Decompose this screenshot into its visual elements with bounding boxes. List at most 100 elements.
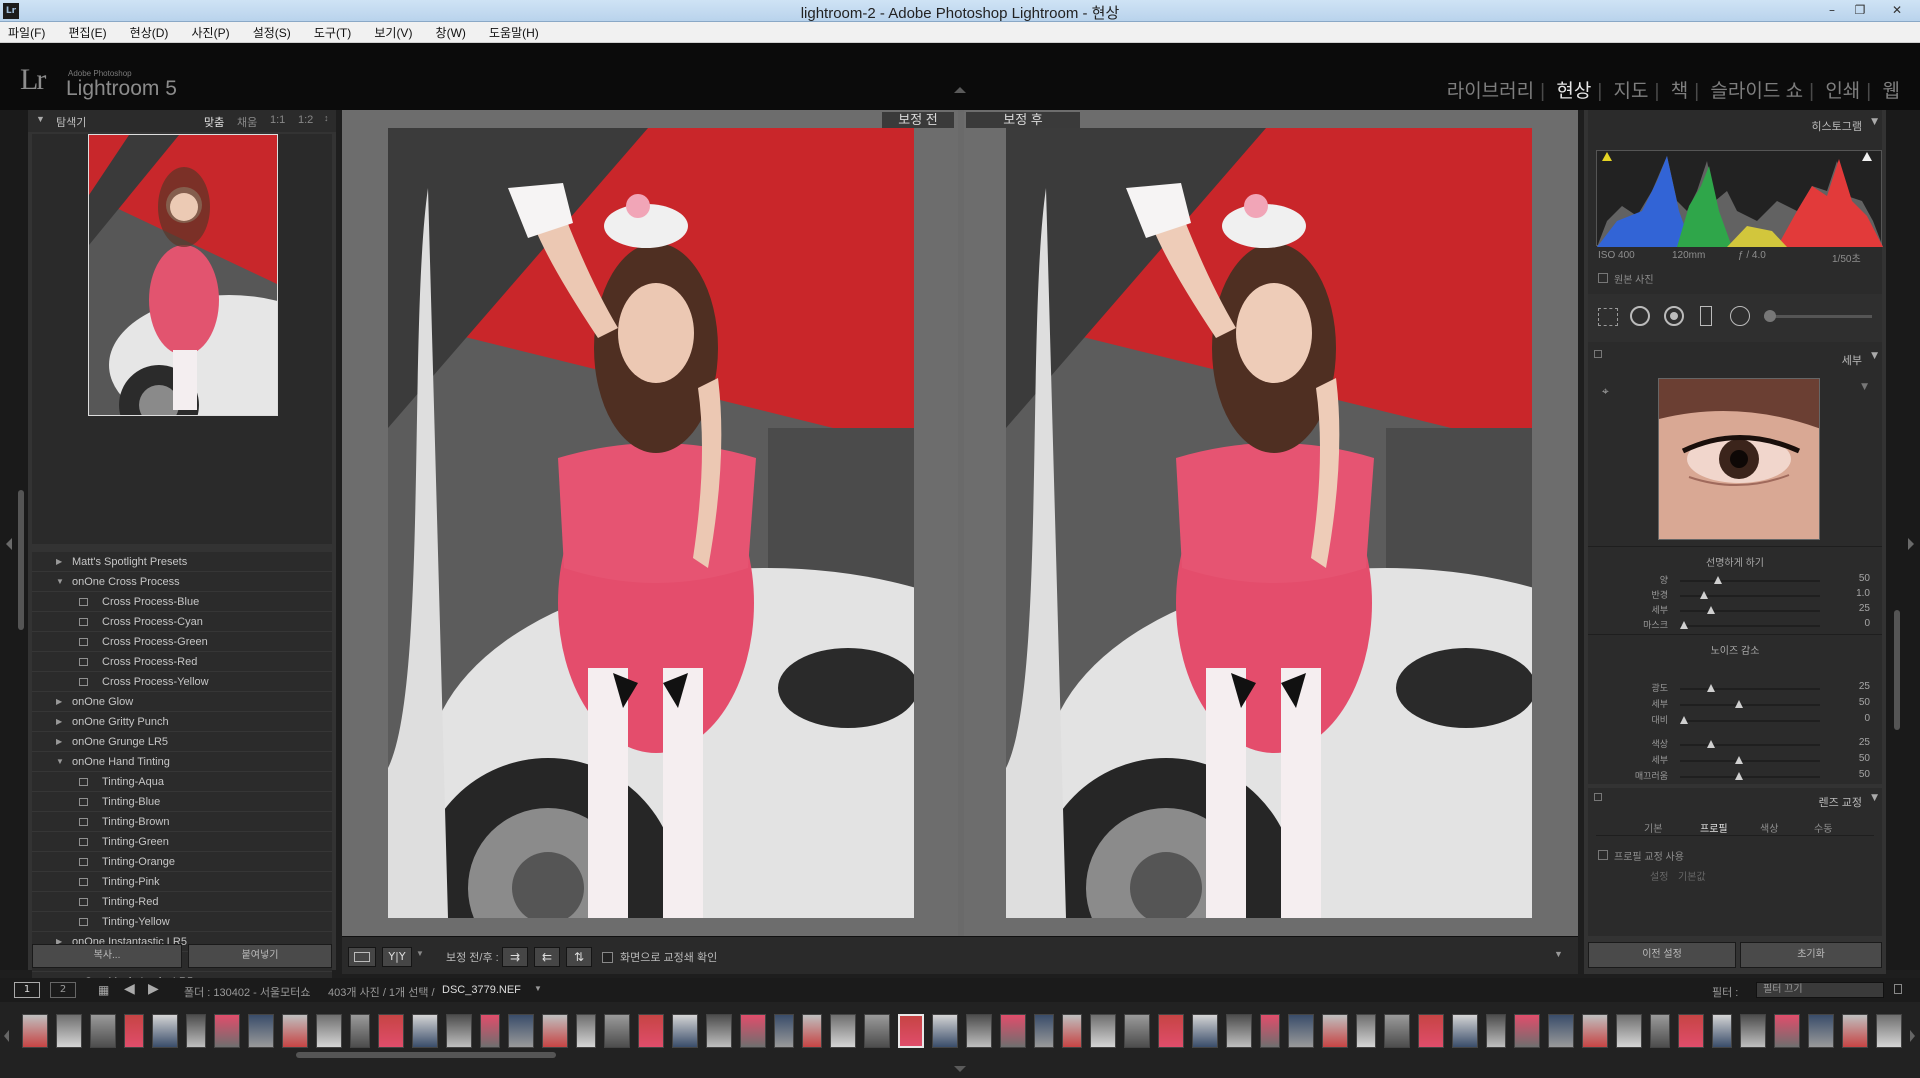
copy-button[interactable]: 복사... bbox=[32, 944, 182, 968]
preset-item[interactable]: Tinting-Pink bbox=[32, 872, 332, 892]
bottom-panel-toggle-icon[interactable] bbox=[954, 1066, 966, 1072]
filmstrip-thumbnail[interactable] bbox=[966, 1014, 992, 1048]
filmstrip-thumbnail[interactable] bbox=[1192, 1014, 1218, 1048]
filmstrip-thumbnail[interactable] bbox=[350, 1014, 370, 1048]
paste-button[interactable]: 붙여넣기 bbox=[188, 944, 332, 968]
filmstrip-thumbnail[interactable] bbox=[740, 1014, 766, 1048]
preset-item[interactable]: Cross Process-Green bbox=[32, 632, 332, 652]
filmstrip-thumbnail[interactable] bbox=[706, 1014, 732, 1048]
detail-toggle-icon[interactable] bbox=[1594, 350, 1602, 358]
right-scrollbar[interactable] bbox=[1894, 610, 1900, 730]
adjustment-brush-slider[interactable] bbox=[1764, 315, 1872, 318]
filter-lock-icon[interactable] bbox=[1894, 984, 1902, 994]
module-slideshow[interactable]: 슬라이드 쇼 bbox=[1704, 81, 1809, 102]
slider-track[interactable] bbox=[1680, 625, 1820, 627]
filmstrip-thumbnail[interactable] bbox=[1158, 1014, 1184, 1048]
shadow-clipping-icon[interactable] bbox=[1602, 152, 1612, 161]
adjustment-brush-icon[interactable] bbox=[1764, 310, 1776, 322]
tab-manual[interactable]: 수동 bbox=[1814, 820, 1832, 835]
left-scrollbar[interactable] bbox=[18, 490, 24, 630]
filename-dropdown-icon[interactable]: ▼ bbox=[534, 984, 542, 993]
graduated-filter-icon[interactable] bbox=[1700, 306, 1712, 326]
filmstrip-thumbnail[interactable] bbox=[1616, 1014, 1642, 1048]
slider-track[interactable] bbox=[1680, 720, 1820, 722]
highlight-clipping-icon[interactable] bbox=[1862, 152, 1872, 161]
filmstrip-thumbnail[interactable] bbox=[152, 1014, 178, 1048]
filmstrip-thumbnail[interactable] bbox=[1774, 1014, 1800, 1048]
slider-knob[interactable] bbox=[1734, 772, 1743, 780]
slider-knob[interactable] bbox=[1734, 756, 1743, 764]
slider-track[interactable] bbox=[1680, 760, 1820, 762]
zoom-stepper-icon[interactable]: ↕ bbox=[324, 113, 329, 123]
filmstrip-thumbnail[interactable] bbox=[542, 1014, 568, 1048]
filmstrip-thumbnail[interactable] bbox=[1322, 1014, 1348, 1048]
filmstrip-thumbnail[interactable] bbox=[1124, 1014, 1150, 1048]
filmstrip-thumbnail[interactable] bbox=[1842, 1014, 1868, 1048]
filmstrip-thumbnail[interactable] bbox=[214, 1014, 240, 1048]
slider-track[interactable] bbox=[1680, 704, 1820, 706]
filmstrip-thumbnail[interactable] bbox=[1650, 1014, 1670, 1048]
preset-folder[interactable]: ▶ onOne Gritty Punch bbox=[32, 712, 332, 732]
filmstrip-thumbnail[interactable] bbox=[898, 1014, 924, 1048]
slider-value[interactable]: 0 bbox=[1864, 618, 1870, 629]
filmstrip-thumbnail[interactable] bbox=[1712, 1014, 1732, 1048]
menu-settings[interactable]: 설정(S) bbox=[253, 22, 291, 41]
module-print[interactable]: 인쇄 bbox=[1819, 81, 1866, 102]
grid-view-icon[interactable]: ▦ bbox=[98, 983, 109, 997]
slider-value[interactable]: 25 bbox=[1859, 737, 1870, 748]
preset-item[interactable]: Cross Process-Yellow bbox=[32, 672, 332, 692]
filmstrip-left-arrow-icon[interactable] bbox=[4, 1030, 9, 1042]
filmstrip-thumbnail[interactable] bbox=[576, 1014, 596, 1048]
close-button[interactable]: ✕ bbox=[1880, 1, 1914, 19]
filmstrip-thumbnail[interactable] bbox=[1548, 1014, 1574, 1048]
folder-path[interactable]: 폴더 : 130402 - 서울모터쇼 bbox=[184, 984, 311, 1000]
slider-knob[interactable] bbox=[1706, 684, 1715, 692]
preset-item[interactable]: Tinting-Blue bbox=[32, 792, 332, 812]
zoom-1-1[interactable]: 1:1 bbox=[270, 114, 285, 126]
slider-knob[interactable] bbox=[1699, 591, 1708, 599]
detail-collapse-icon[interactable]: ▼ bbox=[1871, 351, 1878, 361]
top-panel-toggle-icon[interactable] bbox=[954, 87, 966, 93]
slider-value[interactable]: 50 bbox=[1859, 753, 1870, 764]
slider-track[interactable] bbox=[1680, 580, 1820, 582]
collapsed-triangle-icon[interactable]: ▶ bbox=[56, 732, 62, 752]
navigator-thumbnail[interactable] bbox=[88, 134, 278, 416]
after-pane[interactable]: 보정 후 bbox=[964, 110, 1578, 936]
zoom-1-2[interactable]: 1:2 bbox=[298, 114, 313, 126]
filmstrip-thumbnail[interactable] bbox=[1514, 1014, 1540, 1048]
detail-preview[interactable] bbox=[1658, 378, 1820, 540]
preset-folder[interactable]: ▶ Matt's Spotlight Presets bbox=[32, 552, 332, 572]
lens-toggle-icon[interactable] bbox=[1594, 793, 1602, 801]
previous-button[interactable]: 이전 설정 bbox=[1588, 942, 1736, 968]
noise-slider[interactable]: 대비 0 bbox=[1598, 712, 1878, 730]
histogram-graph[interactable] bbox=[1596, 150, 1883, 247]
slider-track[interactable] bbox=[1680, 744, 1820, 746]
preset-item[interactable]: Tinting-Green bbox=[32, 832, 332, 852]
preset-item[interactable]: Cross Process-Red bbox=[32, 652, 332, 672]
slider-knob[interactable] bbox=[1680, 621, 1689, 629]
copy-after-to-before-icon[interactable]: ⇇ bbox=[534, 947, 560, 967]
filmstrip-thumbnail[interactable] bbox=[1582, 1014, 1608, 1048]
file-name[interactable]: DSC_3779.NEF bbox=[442, 984, 521, 996]
right-panel-toggle-icon[interactable] bbox=[1908, 538, 1914, 550]
menu-tools[interactable]: 도구(T) bbox=[314, 22, 351, 41]
menu-photo[interactable]: 사진(P) bbox=[192, 22, 230, 41]
original-photo-checkbox[interactable] bbox=[1598, 273, 1608, 283]
filmstrip-thumbnail[interactable] bbox=[1452, 1014, 1478, 1048]
filmstrip-thumbnail[interactable] bbox=[282, 1014, 308, 1048]
setup-value[interactable]: 기본값 bbox=[1678, 868, 1706, 883]
zoom-fill[interactable]: 채움 bbox=[237, 114, 257, 130]
slider-value[interactable]: 50 bbox=[1859, 573, 1870, 584]
back-arrow-icon[interactable]: ◀ bbox=[124, 981, 135, 997]
filmstrip-thumbnail[interactable] bbox=[774, 1014, 794, 1048]
preset-item[interactable]: Tinting-Yellow bbox=[32, 912, 332, 932]
filmstrip-thumbnail[interactable] bbox=[638, 1014, 664, 1048]
filmstrip-thumbnail[interactable] bbox=[1090, 1014, 1116, 1048]
filmstrip-thumbnail[interactable] bbox=[1356, 1014, 1376, 1048]
second-window-button[interactable]: 2 bbox=[50, 982, 76, 998]
before-pane[interactable]: 보정 전 bbox=[342, 110, 958, 936]
module-map[interactable]: 지도 bbox=[1608, 81, 1655, 102]
menu-view[interactable]: 보기(V) bbox=[374, 22, 412, 41]
filmstrip-thumbnail[interactable] bbox=[1034, 1014, 1054, 1048]
tab-basic[interactable]: 기본 bbox=[1644, 820, 1662, 835]
